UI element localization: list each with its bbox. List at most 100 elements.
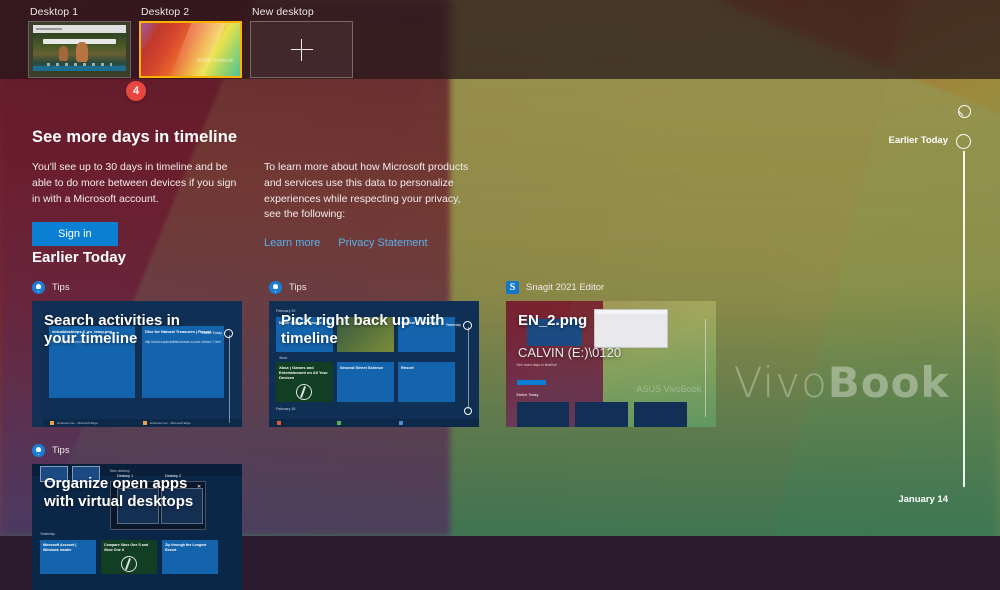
activity-card-virtual-desktops[interactable]: Tips New desktop Desktop 1 Desktop 2 ✕ ✕ xyxy=(32,442,242,590)
new-desktop-label: New desktop xyxy=(252,6,314,18)
capture-timeline-line xyxy=(704,318,706,417)
promo-column-left: You'll see up to 30 days in timeline and… xyxy=(32,160,240,249)
snagit-icon xyxy=(506,281,519,294)
timeline-marker[interactable] xyxy=(955,134,971,149)
card-header: Tips xyxy=(32,279,242,296)
wallpaper-highlight xyxy=(166,23,227,76)
vivobook-mini-label: ASUS VivoBook xyxy=(196,58,233,64)
timeline-track[interactable] xyxy=(963,151,965,487)
promo-column-right: To learn more about how Microsoft produc… xyxy=(264,160,472,249)
tips-lightbulb-icon xyxy=(32,281,45,294)
card-thumbnail[interactable]: See more days in timeline Earlier Today … xyxy=(506,301,716,427)
card-thumbnail[interactable]: Today virtualdesktops-6_en_temp.png This… xyxy=(32,301,242,427)
mini-footer xyxy=(269,419,479,427)
vd-tile-3-title: Zip through the Longest Resort xyxy=(165,543,207,552)
desktop-2-label: Desktop 2 xyxy=(141,6,190,18)
card-title: Search activities in your timeline xyxy=(44,312,180,347)
capture-signin-button xyxy=(516,380,546,386)
search-icon[interactable] xyxy=(956,105,972,121)
activity-card-row-2: Tips New desktop Desktop 1 Desktop 2 ✕ ✕ xyxy=(32,442,716,590)
mini-tile-4-caption: Xbox xyxy=(279,356,288,360)
mini-foot-icon-2 xyxy=(143,421,147,425)
desktop-1-preview xyxy=(29,22,130,77)
mini-foot-icon-2 xyxy=(337,421,341,425)
desktop-2-thumbnail[interactable]: ASUS VivoBook xyxy=(139,21,242,78)
desktop-1-thumbnail[interactable] xyxy=(28,21,131,78)
promo-paragraph-right: To learn more about how Microsoft produc… xyxy=(264,161,469,221)
sign-in-button[interactable]: Sign in xyxy=(32,222,118,247)
desktop-2-preview: ASUS VivoBook xyxy=(141,23,240,76)
vd-tile-1: Microsoft Account | Windows Insider xyxy=(40,540,96,574)
browser-chrome xyxy=(33,25,126,33)
promo-links: Learn more Privacy Statement xyxy=(264,237,472,249)
timeline-scrollbar: Earlier Today January 14 xyxy=(880,79,1000,536)
mini-tile-4-title: Xbox | Games and Entertainment on All Yo… xyxy=(279,365,328,381)
vd-tile-1-title: Microsoft Account | Windows Insider xyxy=(43,543,77,552)
mini-timeline-line xyxy=(229,335,230,423)
capture-mini-card-3 xyxy=(634,401,687,427)
xbox-logo-icon xyxy=(296,384,312,400)
card-title: Pick right back up with timeline xyxy=(281,312,445,347)
mini-timeline-line xyxy=(468,327,469,409)
mini-foot-icon-1 xyxy=(50,421,54,425)
mini-tile-6-title: Resort xyxy=(401,365,414,370)
card-title: EN_2.png xyxy=(518,312,588,329)
capture-promo-title: See more days in timeline xyxy=(516,362,557,367)
card-thumbnail[interactable]: New desktop Desktop 1 Desktop 2 ✕ ✕ Yest… xyxy=(32,464,242,590)
vd-tile-2: Compare Xbox One S and Xbox One X xyxy=(101,540,157,574)
step-badge-4: 4 xyxy=(126,81,146,101)
mini-foot-label-1: windows.com - Microsoft Edge xyxy=(57,421,98,425)
xbox-logo-icon xyxy=(121,556,137,572)
card-subtitle: CALVIN (E:)\0120 xyxy=(518,345,622,360)
mini-tile-4: Xbox | Games and Entertainment on All Yo… xyxy=(276,362,333,402)
card-app-name: Tips xyxy=(289,282,307,293)
taskbar-mini xyxy=(33,66,126,71)
timeline-signin-promo: See more days in timeline You'll see up … xyxy=(32,128,472,249)
mini-timeline-dot-2 xyxy=(464,407,472,415)
vd-new-desktop-label: New desktop xyxy=(110,469,130,473)
desktop-tile-1[interactable]: Desktop 1 xyxy=(28,6,131,78)
plus-icon xyxy=(290,38,313,61)
mini-tile-6: Resort xyxy=(398,362,455,402)
card-header: Snagit 2021 Editor xyxy=(506,279,716,296)
promo-paragraph-left: You'll see up to 30 days in timeline and… xyxy=(32,161,237,205)
activity-card-row-1: Tips Today virtualdesktops-6_en_temp.png… xyxy=(32,279,716,427)
vd-tile-3: Zip through the Longest Resort xyxy=(162,540,218,574)
activity-card-search-timeline[interactable]: Tips Today virtualdesktops-6_en_temp.png… xyxy=(32,279,242,427)
card-header: Tips xyxy=(269,279,479,296)
mini-foot-icon-1 xyxy=(277,421,281,425)
card-app-name: Tips xyxy=(52,282,70,293)
card-thumbnail[interactable]: February 20 Move Organize People System … xyxy=(269,301,479,427)
vd-yesterday-label: Yesterday xyxy=(40,532,55,536)
capture-mini-card-2 xyxy=(575,401,628,427)
capture-section-title: Earlier Today xyxy=(516,392,539,397)
mini-foot-label-2: windows.com - Microsoft Edge xyxy=(150,421,191,425)
desktop-1-label: Desktop 1 xyxy=(30,6,79,18)
capture-mini-card-1 xyxy=(516,401,569,427)
vd-tile-2-title: Compare Xbox One S and Xbox One X xyxy=(104,543,149,552)
card-header: Tips xyxy=(32,442,242,459)
card-app-name: Tips xyxy=(52,445,70,456)
mini-foot-icon-3 xyxy=(399,421,403,425)
mini-tile-5: Second Street Science xyxy=(337,362,394,402)
card-app-name: Snagit 2021 Editor xyxy=(526,282,605,293)
mini-date-bottom: February 18 xyxy=(276,407,296,411)
privacy-statement-link[interactable]: Privacy Statement xyxy=(338,237,427,249)
virtual-desktop-bar: Desktop 1 Desktop 2 ASUS VivoBook New de… xyxy=(0,0,1000,79)
tips-lightbulb-icon xyxy=(32,444,45,457)
activity-card-snagit[interactable]: Snagit 2021 Editor See more days in time… xyxy=(506,279,716,427)
mini-tile-5-title: Second Street Science xyxy=(340,365,384,370)
card-title: Organize open apps with virtual desktops xyxy=(44,475,194,510)
desktop-tile-2[interactable]: Desktop 2 ASUS VivoBook xyxy=(139,6,242,78)
tips-lightbulb-icon xyxy=(269,281,282,294)
activity-card-pick-right-back-up[interactable]: Tips February 20 Move Organize People Sy… xyxy=(269,279,479,427)
earlier-today-section: Earlier Today Tips Today virtualdesktops… xyxy=(32,249,716,590)
new-desktop-button[interactable] xyxy=(250,21,353,78)
fox-shape-small xyxy=(59,46,68,61)
new-desktop-tile[interactable]: New desktop xyxy=(250,6,353,78)
fox-shape-large xyxy=(76,42,88,62)
promo-title: See more days in timeline xyxy=(32,128,238,146)
learn-more-link[interactable]: Learn more xyxy=(264,237,320,249)
capture-watermark: ASUS VivoBook xyxy=(636,384,702,395)
timeline-current-label: Earlier Today xyxy=(888,135,949,146)
